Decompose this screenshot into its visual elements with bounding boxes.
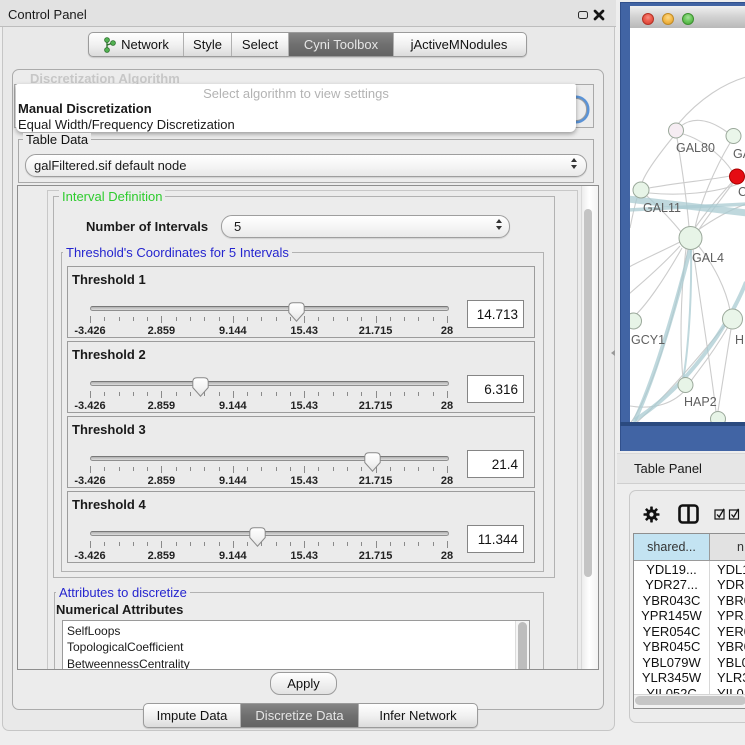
svg-text:C: C bbox=[738, 185, 745, 199]
svg-text:GCY1: GCY1 bbox=[631, 333, 665, 347]
svg-text:GA: GA bbox=[733, 147, 745, 161]
svg-text:GAL11: GAL11 bbox=[643, 201, 681, 215]
svg-text:HAP2: HAP2 bbox=[684, 395, 717, 409]
svg-text:GAL80: GAL80 bbox=[676, 141, 715, 155]
svg-text:GAL4: GAL4 bbox=[692, 251, 724, 265]
svg-text:H: H bbox=[735, 333, 744, 347]
